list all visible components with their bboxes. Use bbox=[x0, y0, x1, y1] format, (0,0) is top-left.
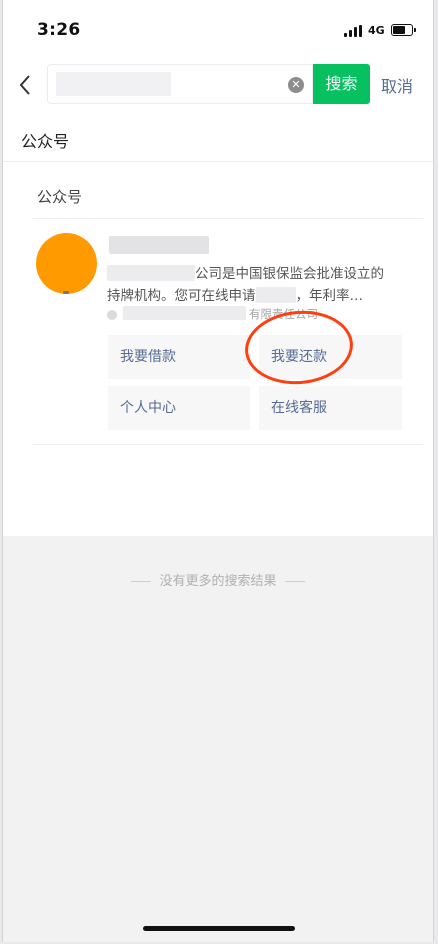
account-description-line2: 持牌机构。您可在线申请 ，年利率… bbox=[107, 284, 363, 304]
account-avatar[interactable] bbox=[36, 233, 97, 294]
search-button[interactable]: 搜索 bbox=[313, 64, 370, 104]
no-more-results: 没有更多的搜索结果 bbox=[3, 570, 433, 589]
clear-icon[interactable]: ✕ bbox=[288, 77, 304, 93]
chevron-left-icon bbox=[19, 75, 30, 95]
back-button[interactable] bbox=[11, 70, 39, 100]
search-query-redacted bbox=[56, 72, 171, 96]
network-type: 4G bbox=[368, 24, 385, 37]
divider bbox=[33, 444, 423, 445]
section-label: 公众号 bbox=[21, 132, 70, 151]
status-bar: 3:26 4G bbox=[3, 0, 433, 60]
group-title: 公众号 bbox=[37, 188, 83, 206]
empty-area bbox=[3, 536, 433, 942]
search-input[interactable]: ✕ bbox=[47, 64, 313, 104]
menu-personal-center[interactable]: 个人中心 bbox=[108, 386, 250, 430]
verified-icon bbox=[107, 310, 117, 320]
menu-online-service[interactable]: 在线客服 bbox=[259, 386, 402, 430]
menu-borrow[interactable]: 我要借款 bbox=[108, 335, 250, 379]
phone-screen: 3:26 4G ✕ 搜索 取消 公众号 公众号 公司是中国银保监会批准设立的 持… bbox=[2, 0, 434, 942]
description-text: 公司是中国银保监会批准设立的 bbox=[195, 266, 384, 282]
account-description-line1: 公司是中国银保监会批准设立的 bbox=[107, 262, 384, 282]
company-name-redacted bbox=[123, 306, 246, 320]
status-time: 3:26 bbox=[37, 20, 81, 40]
description-text: ，年利率… bbox=[295, 288, 364, 304]
signal-icon bbox=[344, 25, 364, 37]
no-more-text: 没有更多的搜索结果 bbox=[159, 574, 277, 589]
account-name-redacted[interactable] bbox=[109, 236, 209, 254]
cancel-button[interactable]: 取消 bbox=[381, 73, 413, 97]
home-indicator[interactable] bbox=[143, 926, 295, 931]
description-text: 持牌机构。您可在线申请 bbox=[107, 288, 256, 304]
divider bbox=[33, 218, 423, 219]
divider bbox=[3, 161, 433, 162]
battery-icon bbox=[391, 24, 416, 36]
